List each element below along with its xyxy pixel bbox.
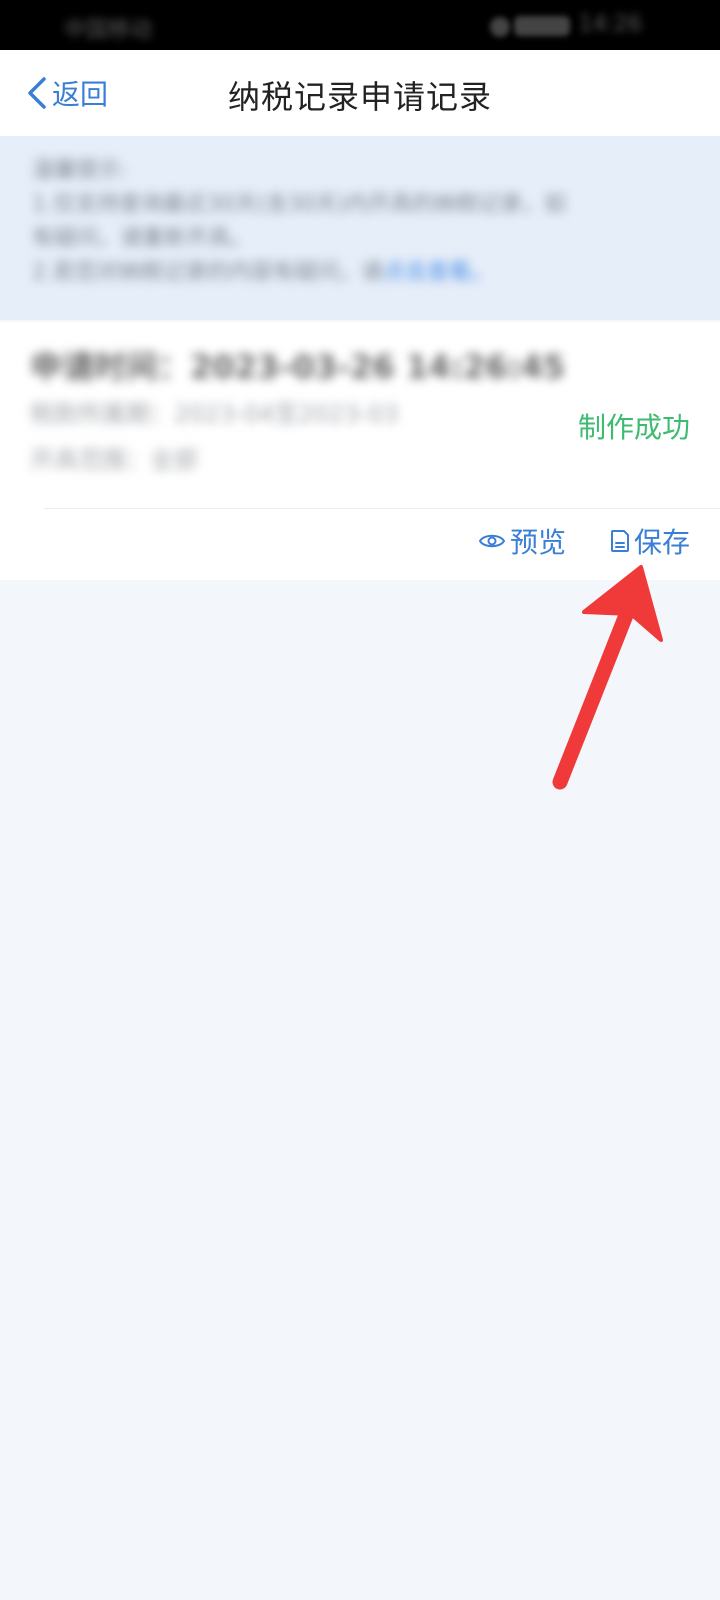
issue-scope: 开具范围：全部 <box>30 446 198 474</box>
preview-label: 预览 <box>510 526 567 559</box>
tips-line-text: 2.若您对纳税记录的内容有疑问，请 <box>32 260 383 285</box>
apply-time: 申请时间：2023-03-26 14:26:45 <box>30 348 566 386</box>
carrier-name: 中国移动 <box>64 18 153 43</box>
page-title: 纳税记录申请记录 <box>227 78 492 116</box>
eye-icon <box>478 534 506 548</box>
save-icon <box>611 530 629 552</box>
save-button[interactable]: 保存 <box>610 518 690 564</box>
tips-line: 2.若您对纳税记录的内容有疑问，请点击查看。 <box>32 256 688 290</box>
preview-button[interactable]: 预览 <box>478 518 566 564</box>
status-time: 14:26 <box>578 12 642 37</box>
status-badge: 制作成功 <box>577 411 690 444</box>
status-bar: 中国移动 14:26 <box>0 0 720 50</box>
tips-line: 有疑问，请重新开具。 <box>32 226 253 251</box>
save-label: 保存 <box>634 526 691 559</box>
divider <box>44 508 720 509</box>
alarm-icon <box>490 17 510 37</box>
nav-bar: 返回 纳税记录申请记录 <box>0 50 720 136</box>
tips-line: 1.仅支持查询最近30天(含30天)内开具的纳税记录，如 <box>32 192 567 217</box>
tips-panel: 温馨提示: 1.仅支持查询最近30天(含30天)内开具的纳税记录，如 有疑问，请… <box>0 136 720 320</box>
tips-view-link[interactable]: 点击查看。 <box>383 260 493 285</box>
tips-heading: 温馨提示: <box>32 158 128 183</box>
record-card: 申请时间：2023-03-26 14:26:45 税款所属期：2023-04至2… <box>0 322 720 580</box>
tax-period: 税款所属期：2023-04至2023-03 <box>30 400 399 428</box>
battery-icon <box>514 16 570 36</box>
